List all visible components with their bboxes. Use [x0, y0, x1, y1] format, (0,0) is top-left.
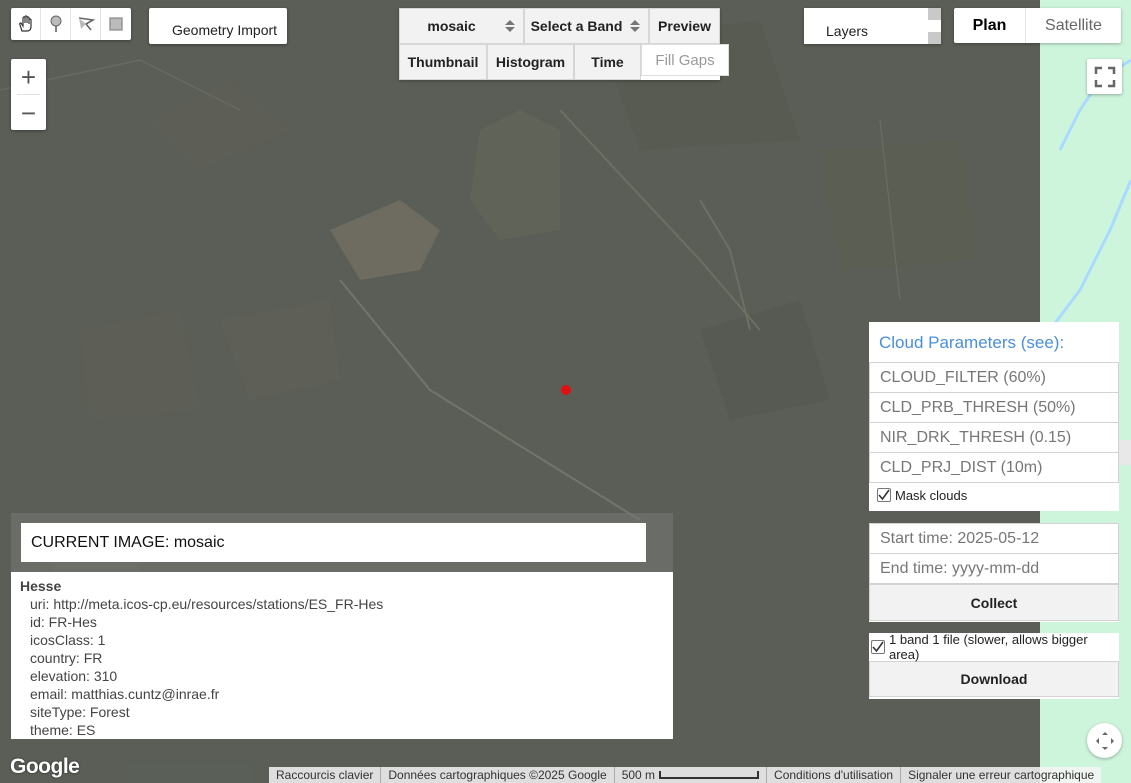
band-file-checkbox[interactable]: [871, 640, 885, 654]
terms-link[interactable]: Conditions d'utilisation: [766, 767, 900, 783]
zoom-out-button[interactable]: −: [11, 95, 46, 130]
mask-clouds-checkbox[interactable]: [877, 488, 891, 502]
cld-prb-thresh-input[interactable]: CLD_PRB_THRESH (50%): [869, 392, 1119, 423]
band-file-label: 1 band 1 file (slower, allows bigger are…: [889, 632, 1088, 662]
preview-button[interactable]: Preview: [649, 8, 720, 44]
report-error-link[interactable]: Signaler une erreur cartographique: [900, 767, 1101, 783]
line-icon[interactable]: [71, 8, 101, 40]
cloud-parameters-title[interactable]: Cloud Parameters (see):: [869, 322, 1119, 363]
map-data-text: Données cartographiques ©2025 Google: [380, 767, 613, 783]
time-button[interactable]: Time: [574, 44, 641, 80]
map-type-plan[interactable]: Plan: [954, 8, 1026, 43]
cloud-filter-input[interactable]: CLOUD_FILTER (60%): [869, 362, 1119, 393]
scale-bar: [659, 771, 760, 779]
image-select-value: mosaic: [427, 18, 476, 34]
band-select[interactable]: Select a Band: [524, 8, 649, 44]
end-time-input[interactable]: End time: yyyy-mm-dd: [869, 553, 1119, 584]
time-range-panel: Start time: 2025-05-12 End time: yyyy-mm…: [869, 523, 1119, 622]
mask-clouds-row: Mask clouds: [869, 483, 1119, 507]
station-prop: theme: ES: [30, 722, 96, 738]
scale-label: 500 m: [621, 768, 656, 782]
station-prop: country: FR: [30, 650, 103, 666]
band-file-row: 1 band 1 file (slower, allows bigger are…: [869, 632, 1119, 662]
select-arrows-icon: [628, 20, 642, 32]
keyboard-shortcuts-link[interactable]: Raccourcis clavier: [269, 767, 380, 783]
map-attribution-bar: Raccourcis clavier Données cartographiqu…: [269, 767, 1102, 783]
histogram-button[interactable]: Histogram: [487, 44, 574, 80]
band-select-value: Select a Band: [530, 18, 623, 34]
station-prop: id: FR-Hes: [30, 614, 97, 630]
layers-scroll-down[interactable]: [928, 32, 941, 44]
fullscreen-icon: [1094, 66, 1115, 87]
scale-control[interactable]: 500 m: [613, 767, 766, 783]
layers-scroll-up[interactable]: [928, 8, 941, 20]
fill-gaps-button[interactable]: Fill Gaps: [641, 44, 729, 76]
checkmark-icon: [872, 641, 884, 653]
geometry-import-button[interactable]: Geometry Import: [149, 8, 287, 44]
checkmark-icon: [878, 489, 890, 501]
station-marker[interactable]: [561, 385, 571, 395]
nir-drk-thresh-input[interactable]: NIR_DRK_THRESH (0.15): [869, 422, 1119, 453]
current-image-label: CURRENT IMAGE: mosaic: [21, 523, 646, 562]
collect-button[interactable]: Collect: [869, 584, 1119, 621]
zoom-in-button[interactable]: +: [11, 59, 46, 94]
layers-label: Layers: [826, 23, 869, 39]
start-time-input[interactable]: Start time: 2025-05-12: [869, 523, 1119, 554]
cloud-parameters-panel: Cloud Parameters (see): CLOUD_FILTER (60…: [869, 322, 1119, 511]
download-button[interactable]: Download: [869, 661, 1119, 697]
station-name: Hesse: [20, 578, 62, 594]
zoom-control: + −: [11, 59, 46, 130]
google-logo: Google: [10, 755, 80, 778]
camera-control-button[interactable]: [1087, 723, 1122, 758]
station-prop: elevation: 310: [30, 668, 118, 684]
cld-prj-dist-input[interactable]: CLD_PRJ_DIST (10m): [869, 452, 1119, 483]
station-prop: siteType: Forest: [30, 704, 130, 720]
mask-clouds-label: Mask clouds: [895, 487, 968, 503]
map-type-satellite[interactable]: Satellite: [1026, 8, 1121, 43]
image-select[interactable]: mosaic: [399, 8, 524, 44]
rectangle-icon[interactable]: [101, 8, 131, 40]
select-arrows-icon: [503, 20, 517, 32]
map-type-control: Plan Satellite: [954, 8, 1121, 43]
hand-icon[interactable]: [11, 8, 41, 40]
point-icon[interactable]: [41, 8, 71, 40]
station-prop: uri: http://meta.icos-cp.eu/resources/st…: [30, 596, 384, 612]
drawing-tools: [11, 8, 131, 40]
move-arrows-icon: [1095, 731, 1114, 750]
thumbnail-button[interactable]: Thumbnail: [399, 44, 487, 80]
station-prop: icosClass: 1: [30, 632, 106, 648]
layers-select[interactable]: Layers: [804, 8, 941, 44]
station-prop: email: matthias.cuntz@inrae.fr: [30, 686, 220, 702]
fullscreen-button[interactable]: [1087, 59, 1122, 94]
download-panel: 1 band 1 file (slower, allows bigger are…: [869, 632, 1119, 699]
current-image-container: CURRENT IMAGE: mosaic: [11, 513, 673, 572]
station-info-panel: Hesse uri: http://meta.icos-cp.eu/resour…: [11, 572, 673, 739]
